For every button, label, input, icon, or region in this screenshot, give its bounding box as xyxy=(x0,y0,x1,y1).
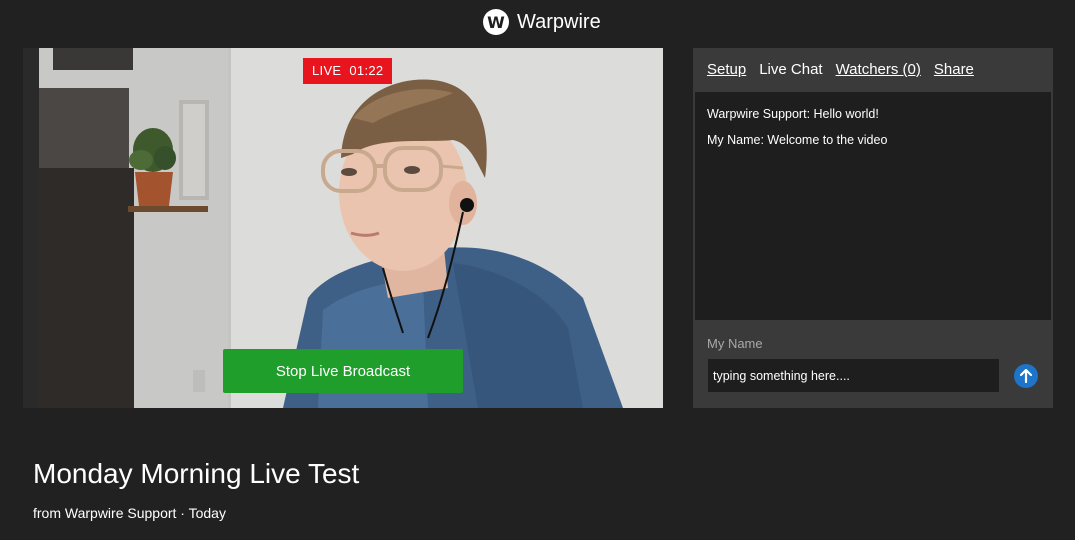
tab-live-chat[interactable]: Live Chat xyxy=(759,61,822,78)
chat-message: My Name: Welcome to the video xyxy=(707,133,888,147)
live-status-badge: LIVE 01:22 xyxy=(303,58,393,84)
tab-setup[interactable]: Setup xyxy=(707,61,746,78)
stop-live-broadcast-button[interactable]: Stop Live Broadcast xyxy=(223,349,463,393)
chat-message-input[interactable] xyxy=(708,359,999,392)
warpwire-logo-icon: W xyxy=(483,9,509,35)
arrow-up-icon xyxy=(1019,369,1033,383)
panel-tabs: Setup Live Chat Watchers (0) Share xyxy=(707,61,974,78)
tab-watchers[interactable]: Watchers (0) xyxy=(836,61,921,78)
chat-message: Warpwire Support: Hello world! xyxy=(707,107,879,121)
video-byline: from Warpwire Support · Today xyxy=(33,505,226,521)
chat-panel: Setup Live Chat Watchers (0) Share Warpw… xyxy=(693,48,1053,408)
brand[interactable]: W Warpwire xyxy=(483,9,601,35)
top-bar: W Warpwire xyxy=(0,0,1075,44)
live-label: LIVE xyxy=(312,63,342,78)
elapsed-time: 01:22 xyxy=(349,63,384,78)
tab-share[interactable]: Share xyxy=(934,61,974,78)
chat-name-label: My Name xyxy=(707,336,763,351)
brand-name: Warpwire xyxy=(517,10,601,33)
send-message-button[interactable] xyxy=(1014,364,1038,388)
video-title: Monday Morning Live Test xyxy=(33,458,360,489)
chat-messages[interactable]: Warpwire Support: Hello world! My Name: … xyxy=(695,92,1051,320)
live-video-feed[interactable]: LIVE 01:22 Stop Live Broadcast xyxy=(23,48,663,408)
